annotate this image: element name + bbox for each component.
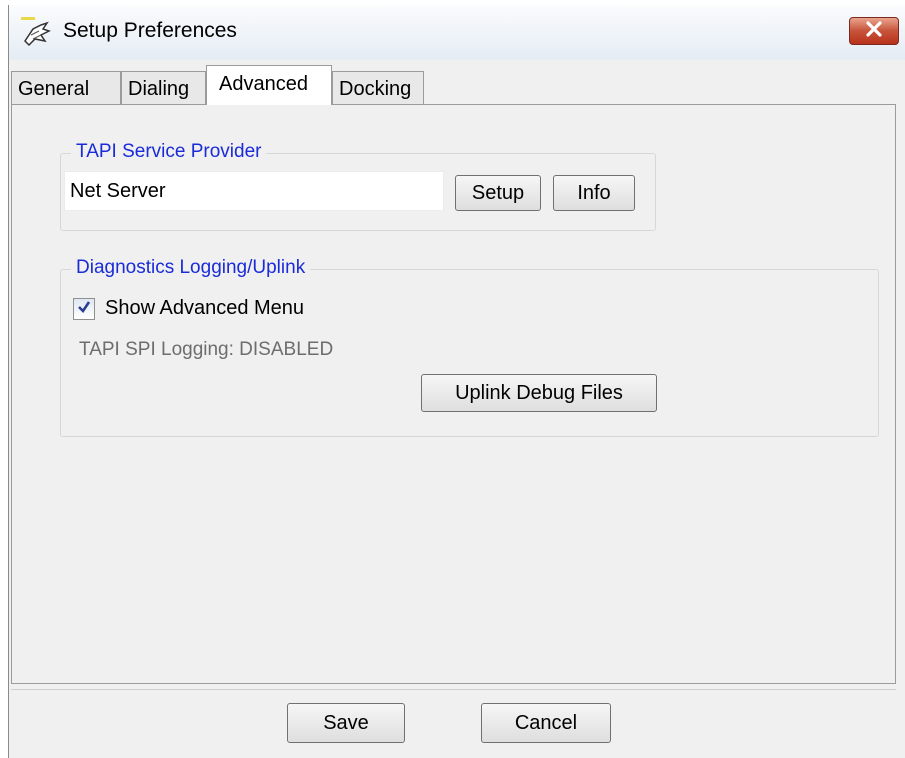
tab-label: Docking	[339, 78, 412, 100]
hand-pointer-icon	[19, 15, 53, 49]
info-button[interactable]: Info	[553, 175, 635, 211]
diagnostics-logging-group: Diagnostics Logging/Uplink Show Advanced…	[60, 257, 879, 437]
footer-divider	[11, 689, 896, 690]
show-advanced-menu-label[interactable]: Show Advanced Menu	[105, 297, 304, 320]
tab-label: General	[18, 78, 90, 100]
group-legend: Diagnostics Logging/Uplink	[71, 257, 311, 279]
button-label: Info	[577, 181, 611, 204]
tapi-spi-logging-status: TAPI SPI Logging: DISABLED	[79, 339, 334, 360]
show-advanced-menu-checkbox[interactable]	[73, 298, 95, 320]
cancel-button[interactable]: Cancel	[481, 703, 611, 743]
button-label: Setup	[471, 181, 525, 204]
tab-label: Dialing	[128, 78, 190, 100]
button-label: Save	[323, 711, 369, 734]
tab-docking[interactable]: Docking	[332, 71, 424, 105]
tapi-service-provider-group: TAPI Service Provider Net Server Setup I…	[60, 141, 656, 231]
advanced-tab-panel: TAPI Service Provider Net Server Setup I…	[11, 104, 896, 684]
setup-preferences-window: Setup Preferences General Dialing Advanc…	[8, 5, 905, 758]
button-label: Cancel	[514, 711, 578, 734]
close-icon	[865, 20, 883, 43]
tab-label: Advanced	[219, 73, 308, 95]
tab-advanced[interactable]: Advanced	[206, 65, 332, 105]
tab-dialing[interactable]: Dialing	[121, 71, 206, 105]
close-button[interactable]	[849, 17, 899, 45]
title-bar[interactable]: Setup Preferences	[9, 5, 905, 60]
checkmark-icon	[76, 298, 92, 321]
tapi-provider-field[interactable]: Net Server	[64, 171, 444, 211]
uplink-debug-files-button[interactable]: Uplink Debug Files	[421, 374, 657, 412]
button-label: Uplink Debug Files	[455, 381, 623, 404]
group-legend: TAPI Service Provider	[71, 141, 267, 163]
save-button[interactable]: Save	[287, 703, 405, 743]
tab-general[interactable]: General	[11, 71, 121, 105]
setup-button[interactable]: Setup	[455, 175, 541, 211]
window-title: Setup Preferences	[63, 19, 237, 42]
provider-value: Net Server	[70, 180, 166, 202]
